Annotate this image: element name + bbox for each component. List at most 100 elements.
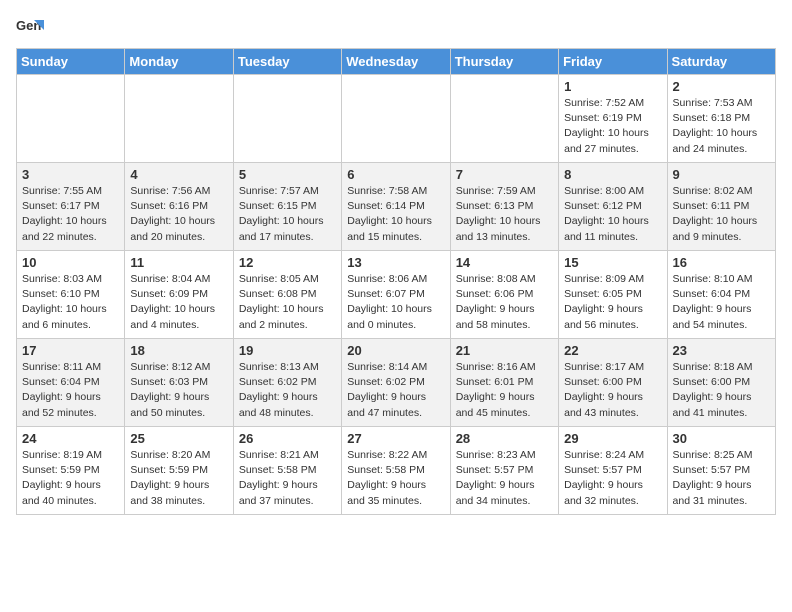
weekday-header: Sunday <box>17 49 125 75</box>
day-number: 25 <box>130 431 227 446</box>
calendar-week-row: 3 Sunrise: 7:55 AM Sunset: 6:17 PM Daylig… <box>17 163 776 251</box>
day-info: Sunrise: 8:19 AM Sunset: 5:59 PM Dayligh… <box>22 448 119 509</box>
day-info: Sunrise: 8:13 AM Sunset: 6:02 PM Dayligh… <box>239 360 336 421</box>
day-info: Sunrise: 8:04 AM Sunset: 6:09 PM Dayligh… <box>130 272 227 333</box>
day-number: 8 <box>564 167 661 182</box>
day-info: Sunrise: 8:14 AM Sunset: 6:02 PM Dayligh… <box>347 360 444 421</box>
day-number: 30 <box>673 431 770 446</box>
day-number: 7 <box>456 167 553 182</box>
day-info: Sunrise: 8:09 AM Sunset: 6:05 PM Dayligh… <box>564 272 661 333</box>
day-info: Sunrise: 8:11 AM Sunset: 6:04 PM Dayligh… <box>22 360 119 421</box>
calendar-cell: 16 Sunrise: 8:10 AM Sunset: 6:04 PM Dayli… <box>667 251 775 339</box>
day-info: Sunrise: 8:21 AM Sunset: 5:58 PM Dayligh… <box>239 448 336 509</box>
weekday-header: Tuesday <box>233 49 341 75</box>
day-number: 24 <box>22 431 119 446</box>
day-info: Sunrise: 7:58 AM Sunset: 6:14 PM Dayligh… <box>347 184 444 245</box>
weekday-header: Wednesday <box>342 49 450 75</box>
day-info: Sunrise: 7:57 AM Sunset: 6:15 PM Dayligh… <box>239 184 336 245</box>
day-info: Sunrise: 7:55 AM Sunset: 6:17 PM Dayligh… <box>22 184 119 245</box>
day-number: 16 <box>673 255 770 270</box>
calendar-cell: 10 Sunrise: 8:03 AM Sunset: 6:10 PM Dayli… <box>17 251 125 339</box>
calendar-week-row: 10 Sunrise: 8:03 AM Sunset: 6:10 PM Dayli… <box>17 251 776 339</box>
calendar-cell: 20 Sunrise: 8:14 AM Sunset: 6:02 PM Dayli… <box>342 339 450 427</box>
calendar-cell: 1 Sunrise: 7:52 AM Sunset: 6:19 PM Daylig… <box>559 75 667 163</box>
calendar-cell: 19 Sunrise: 8:13 AM Sunset: 6:02 PM Dayli… <box>233 339 341 427</box>
day-info: Sunrise: 8:17 AM Sunset: 6:00 PM Dayligh… <box>564 360 661 421</box>
calendar-cell: 21 Sunrise: 8:16 AM Sunset: 6:01 PM Dayli… <box>450 339 558 427</box>
calendar-cell: 8 Sunrise: 8:00 AM Sunset: 6:12 PM Daylig… <box>559 163 667 251</box>
calendar-cell: 23 Sunrise: 8:18 AM Sunset: 6:00 PM Dayli… <box>667 339 775 427</box>
day-number: 22 <box>564 343 661 358</box>
calendar-cell: 17 Sunrise: 8:11 AM Sunset: 6:04 PM Dayli… <box>17 339 125 427</box>
day-info: Sunrise: 7:52 AM Sunset: 6:19 PM Dayligh… <box>564 96 661 157</box>
logo: Gen <box>16 16 48 44</box>
page-header: Gen <box>16 16 776 44</box>
calendar-cell: 25Sunrise: 8:20 AM Sunset: 5:59 PM Dayli… <box>125 427 233 515</box>
weekday-header: Thursday <box>450 49 558 75</box>
day-number: 5 <box>239 167 336 182</box>
day-info: Sunrise: 8:06 AM Sunset: 6:07 PM Dayligh… <box>347 272 444 333</box>
calendar-cell: 18 Sunrise: 8:12 AM Sunset: 6:03 PM Dayli… <box>125 339 233 427</box>
day-info: Sunrise: 7:56 AM Sunset: 6:16 PM Dayligh… <box>130 184 227 245</box>
weekday-header: Saturday <box>667 49 775 75</box>
calendar-cell: 2Sunrise: 7:53 AM Sunset: 6:18 PM Daylig… <box>667 75 775 163</box>
day-info: Sunrise: 8:12 AM Sunset: 6:03 PM Dayligh… <box>130 360 227 421</box>
day-number: 28 <box>456 431 553 446</box>
day-info: Sunrise: 8:24 AM Sunset: 5:57 PM Dayligh… <box>564 448 661 509</box>
day-info: Sunrise: 8:23 AM Sunset: 5:57 PM Dayligh… <box>456 448 553 509</box>
day-info: Sunrise: 8:16 AM Sunset: 6:01 PM Dayligh… <box>456 360 553 421</box>
day-number: 27 <box>347 431 444 446</box>
calendar-cell <box>233 75 341 163</box>
day-number: 12 <box>239 255 336 270</box>
day-number: 14 <box>456 255 553 270</box>
weekday-header: Monday <box>125 49 233 75</box>
calendar-cell <box>342 75 450 163</box>
day-info: Sunrise: 8:18 AM Sunset: 6:00 PM Dayligh… <box>673 360 770 421</box>
day-number: 17 <box>22 343 119 358</box>
day-info: Sunrise: 7:59 AM Sunset: 6:13 PM Dayligh… <box>456 184 553 245</box>
calendar-cell: 22 Sunrise: 8:17 AM Sunset: 6:00 PM Dayli… <box>559 339 667 427</box>
day-number: 4 <box>130 167 227 182</box>
day-number: 20 <box>347 343 444 358</box>
calendar-week-row: 17 Sunrise: 8:11 AM Sunset: 6:04 PM Dayli… <box>17 339 776 427</box>
calendar-cell: 29Sunrise: 8:24 AM Sunset: 5:57 PM Dayli… <box>559 427 667 515</box>
day-number: 3 <box>22 167 119 182</box>
calendar-cell: 13Sunrise: 8:06 AM Sunset: 6:07 PM Dayli… <box>342 251 450 339</box>
weekday-header: Friday <box>559 49 667 75</box>
calendar-table: SundayMondayTuesdayWednesdayThursdayFrid… <box>16 48 776 515</box>
day-number: 21 <box>456 343 553 358</box>
day-info: Sunrise: 7:53 AM Sunset: 6:18 PM Dayligh… <box>673 96 770 157</box>
day-info: Sunrise: 8:08 AM Sunset: 6:06 PM Dayligh… <box>456 272 553 333</box>
calendar-cell: 24 Sunrise: 8:19 AM Sunset: 5:59 PM Dayli… <box>17 427 125 515</box>
calendar-cell: 5 Sunrise: 7:57 AM Sunset: 6:15 PM Daylig… <box>233 163 341 251</box>
day-number: 26 <box>239 431 336 446</box>
calendar-cell: 9Sunrise: 8:02 AM Sunset: 6:11 PM Daylig… <box>667 163 775 251</box>
day-info: Sunrise: 8:00 AM Sunset: 6:12 PM Dayligh… <box>564 184 661 245</box>
calendar-cell <box>17 75 125 163</box>
calendar-cell: 11 Sunrise: 8:04 AM Sunset: 6:09 PM Dayli… <box>125 251 233 339</box>
day-number: 6 <box>347 167 444 182</box>
day-number: 23 <box>673 343 770 358</box>
day-number: 10 <box>22 255 119 270</box>
calendar-cell: 6 Sunrise: 7:58 AM Sunset: 6:14 PM Daylig… <box>342 163 450 251</box>
logo-icon: Gen <box>16 16 44 44</box>
calendar-cell: 14 Sunrise: 8:08 AM Sunset: 6:06 PM Dayli… <box>450 251 558 339</box>
calendar-week-row: 24 Sunrise: 8:19 AM Sunset: 5:59 PM Dayli… <box>17 427 776 515</box>
day-info: Sunrise: 8:25 AM Sunset: 5:57 PM Dayligh… <box>673 448 770 509</box>
calendar-cell <box>125 75 233 163</box>
day-number: 19 <box>239 343 336 358</box>
calendar-cell: 26 Sunrise: 8:21 AM Sunset: 5:58 PM Dayli… <box>233 427 341 515</box>
day-number: 18 <box>130 343 227 358</box>
calendar-cell <box>450 75 558 163</box>
day-number: 1 <box>564 79 661 94</box>
day-info: Sunrise: 8:03 AM Sunset: 6:10 PM Dayligh… <box>22 272 119 333</box>
calendar-cell: 27 Sunrise: 8:22 AM Sunset: 5:58 PM Dayli… <box>342 427 450 515</box>
day-info: Sunrise: 8:22 AM Sunset: 5:58 PM Dayligh… <box>347 448 444 509</box>
calendar-cell: 3 Sunrise: 7:55 AM Sunset: 6:17 PM Daylig… <box>17 163 125 251</box>
day-info: Sunrise: 8:10 AM Sunset: 6:04 PM Dayligh… <box>673 272 770 333</box>
calendar-cell: 15 Sunrise: 8:09 AM Sunset: 6:05 PM Dayli… <box>559 251 667 339</box>
day-info: Sunrise: 8:02 AM Sunset: 6:11 PM Dayligh… <box>673 184 770 245</box>
day-number: 11 <box>130 255 227 270</box>
calendar-cell: 12Sunrise: 8:05 AM Sunset: 6:08 PM Dayli… <box>233 251 341 339</box>
day-number: 15 <box>564 255 661 270</box>
